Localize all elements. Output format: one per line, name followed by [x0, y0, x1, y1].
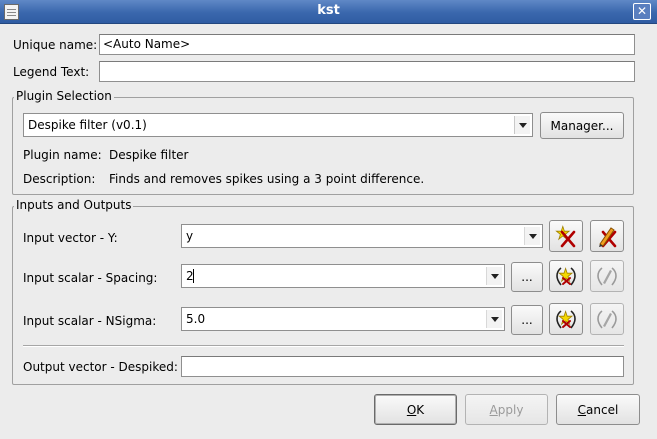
title-bar: kst ✕ [0, 0, 657, 24]
browse-label: ... [521, 270, 533, 284]
chevron-down-icon[interactable] [486, 310, 502, 328]
edit-scalar-nsigma-button[interactable] [590, 303, 624, 335]
edit-scalar-icon [597, 267, 617, 286]
chevron-down-icon[interactable] [514, 116, 530, 134]
input-scalar-spacing-select[interactable]: 2 [181, 264, 505, 288]
new-scalar-icon [556, 267, 576, 286]
input-scalar-spacing-label: Input scalar - Spacing: [23, 271, 158, 285]
apply-button-label: Apply [489, 402, 524, 417]
legend-text-label: Legend Text: [13, 65, 90, 79]
new-scalar-nsigma-button[interactable] [549, 303, 583, 335]
input-vector-y-select[interactable]: y [181, 224, 543, 248]
new-scalar-icon [556, 310, 576, 329]
input-scalar-nsigma-label: Input scalar - NSigma: [23, 314, 157, 328]
separator [23, 345, 624, 347]
description-label: Description: [23, 172, 96, 186]
close-button[interactable]: ✕ [633, 3, 651, 20]
chevron-down-icon[interactable] [524, 227, 540, 245]
plugin-name-label: Plugin name: [23, 148, 102, 162]
chevron-down-icon[interactable] [486, 267, 502, 285]
inputs-outputs-title: Inputs and Outputs [14, 198, 134, 212]
unique-name-label: Unique name: [13, 38, 98, 52]
plugin-select-value: Despike filter (v0.1) [28, 118, 147, 132]
legend-text-input[interactable] [99, 61, 635, 82]
apply-button[interactable]: Apply [465, 394, 548, 425]
new-scalar-spacing-button[interactable] [549, 260, 583, 292]
ok-button-label: OK [406, 402, 425, 417]
edit-scalar-icon [597, 310, 617, 329]
cancel-button-label: Cancel [577, 402, 619, 417]
manager-button[interactable]: Manager... [540, 112, 624, 139]
window-title: kst [317, 3, 340, 18]
dialog-window: kst ✕ Unique name: <Auto Name> Legend Te… [0, 0, 657, 439]
input-scalar-nsigma-value: 5.0 [186, 312, 206, 326]
input-vector-y-label: Input vector - Y: [23, 231, 118, 245]
plugin-name-value: Despike filter [109, 148, 189, 162]
output-vector-input[interactable] [181, 356, 624, 377]
input-scalar-nsigma-select[interactable]: 5.0 [181, 307, 505, 331]
nsigma-browse-button[interactable]: ... [511, 305, 543, 335]
ok-button[interactable]: OK [374, 394, 457, 425]
plugin-select[interactable]: Despike filter (v0.1) [23, 113, 533, 137]
output-vector-label: Output vector - Despiked: [23, 360, 178, 374]
plugin-selection-title: Plugin Selection [14, 89, 114, 103]
new-vector-icon [555, 225, 576, 248]
unique-name-input[interactable]: <Auto Name> [99, 34, 635, 55]
manager-button-label: Manager... [550, 118, 614, 133]
edit-vector-icon [599, 227, 617, 248]
edit-vector-button[interactable] [590, 220, 624, 252]
spacing-browse-button[interactable]: ... [511, 262, 543, 292]
new-vector-button[interactable] [549, 220, 583, 252]
description-value: Finds and removes spikes using a 3 point… [109, 172, 425, 186]
cancel-button[interactable]: Cancel [556, 394, 640, 425]
text-caret [193, 269, 194, 283]
input-vector-y-value: y [186, 229, 194, 243]
edit-scalar-spacing-button[interactable] [590, 260, 624, 292]
browse-label: ... [521, 313, 533, 327]
